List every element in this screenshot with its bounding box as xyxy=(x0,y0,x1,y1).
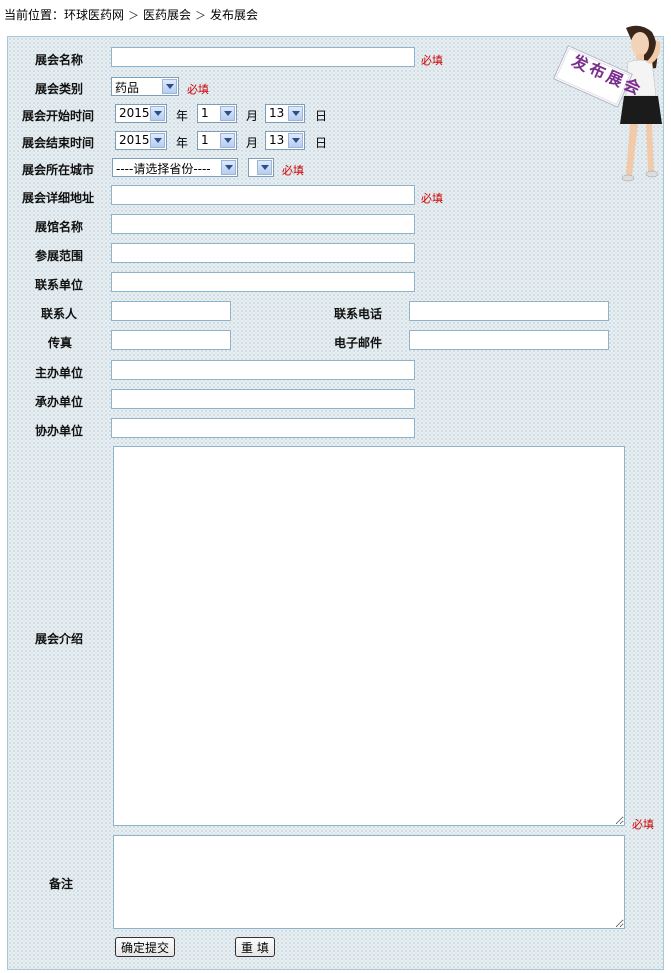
start-date-label: 展会开始时间 xyxy=(22,109,95,123)
category-required-tag: 必填 xyxy=(187,83,209,96)
name-required-tag: 必填 xyxy=(421,54,443,67)
month-unit: 月 xyxy=(246,109,259,123)
chevron-down-icon xyxy=(288,106,303,121)
end-year-value: 2015 xyxy=(119,133,150,147)
city-select[interactable] xyxy=(248,158,274,177)
mascot-figure-icon xyxy=(552,25,662,182)
breadcrumb-separator: ＞ xyxy=(128,9,140,22)
co-organizer-label: 协办单位 xyxy=(35,424,84,438)
email-label: 电子邮件 xyxy=(334,336,383,350)
day-unit: 日 xyxy=(315,109,328,123)
start-day-select[interactable]: 13 xyxy=(265,104,305,123)
chevron-down-icon xyxy=(257,160,272,175)
breadcrumb-home-link[interactable]: 环球医药网 xyxy=(64,8,124,22)
venue-label: 展馆名称 xyxy=(35,220,84,234)
chevron-down-icon xyxy=(221,160,236,175)
year-unit: 年 xyxy=(176,109,189,123)
breadcrumb-current: 发布展会 xyxy=(210,8,259,22)
organizer-input[interactable] xyxy=(111,360,415,380)
address-required-tag: 必填 xyxy=(421,192,443,205)
end-month-value: 1 xyxy=(201,133,209,147)
contact-person-input[interactable] xyxy=(111,301,231,321)
contact-unit-label: 联系单位 xyxy=(35,278,84,292)
fax-label: 传真 xyxy=(48,336,73,350)
category-select[interactable]: 药品 xyxy=(111,77,179,96)
start-year-value: 2015 xyxy=(119,106,150,120)
name-input[interactable] xyxy=(111,47,415,67)
breadcrumb: 当前位置：环球医药网＞医药展会＞发布展会 xyxy=(4,6,258,23)
start-year-select[interactable]: 2015 xyxy=(115,104,167,123)
intro-label: 展会介绍 xyxy=(35,632,84,646)
chevron-down-icon xyxy=(220,133,235,148)
category-label: 展会类别 xyxy=(35,82,84,96)
intro-textarea[interactable] xyxy=(113,446,625,826)
chevron-down-icon xyxy=(220,106,235,121)
co-organizer-input[interactable] xyxy=(111,418,415,438)
email-input[interactable] xyxy=(409,330,609,350)
end-month-select[interactable]: 1 xyxy=(197,131,237,150)
end-year-select[interactable]: 2015 xyxy=(115,131,167,150)
month-unit: 月 xyxy=(246,136,259,150)
start-month-select[interactable]: 1 xyxy=(197,104,237,123)
undertaker-input[interactable] xyxy=(111,389,415,409)
scope-input[interactable] xyxy=(111,243,415,263)
end-date-label: 展会结束时间 xyxy=(22,136,95,150)
end-day-select[interactable]: 13 xyxy=(265,131,305,150)
organizer-label: 主办单位 xyxy=(35,366,84,380)
chevron-down-icon xyxy=(288,133,303,148)
chevron-down-icon xyxy=(162,79,177,94)
submit-button[interactable]: 确定提交 xyxy=(115,937,176,957)
contact-unit-input[interactable] xyxy=(111,272,415,292)
breadcrumb-exhibitions-link[interactable]: 医药展会 xyxy=(143,8,191,22)
start-day-value: 13 xyxy=(269,106,285,120)
name-label: 展会名称 xyxy=(35,53,84,67)
remarks-label: 备注 xyxy=(49,877,74,891)
city-label: 展会所在城市 xyxy=(22,163,95,177)
province-select-value: ----请选择省份---- xyxy=(116,162,211,176)
province-select[interactable]: ----请选择省份---- xyxy=(112,158,238,177)
phone-label: 联系电话 xyxy=(334,307,383,321)
mascot-illustration: 发布展会 xyxy=(548,24,666,192)
address-label: 展会详细地址 xyxy=(22,191,95,205)
category-select-value: 药品 xyxy=(115,81,140,95)
remarks-textarea[interactable] xyxy=(113,835,625,929)
chevron-down-icon xyxy=(150,106,165,121)
city-required-tag: 必填 xyxy=(282,164,304,177)
intro-required-tag: 必填 xyxy=(632,818,654,831)
chevron-down-icon xyxy=(150,133,165,148)
start-month-value: 1 xyxy=(201,106,209,120)
scope-label: 参展范围 xyxy=(35,249,84,263)
day-unit: 日 xyxy=(315,136,328,150)
undertaker-label: 承办单位 xyxy=(35,395,84,409)
phone-input[interactable] xyxy=(409,301,609,321)
year-unit: 年 xyxy=(176,136,189,150)
reset-button[interactable]: 重 填 xyxy=(235,937,275,957)
address-input[interactable] xyxy=(111,185,415,205)
contact-person-label: 联系人 xyxy=(41,307,78,321)
breadcrumb-prefix: 当前位置： xyxy=(4,8,65,22)
breadcrumb-separator: ＞ xyxy=(195,9,207,22)
fax-input[interactable] xyxy=(111,330,231,350)
venue-input[interactable] xyxy=(111,214,415,234)
end-day-value: 13 xyxy=(269,133,285,147)
